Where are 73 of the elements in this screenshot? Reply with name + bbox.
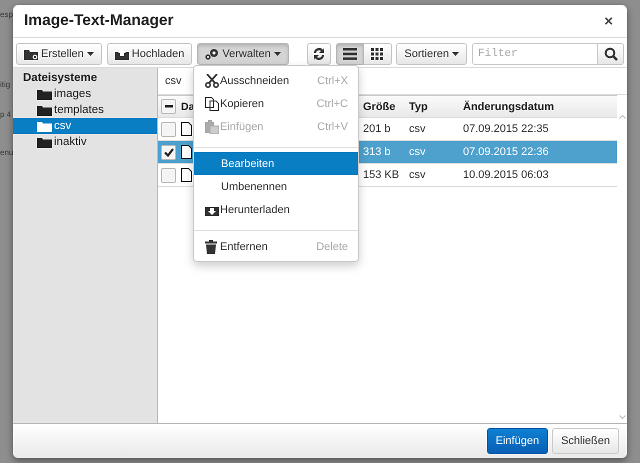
clipboard-icon	[205, 120, 219, 134]
shortcut-label: Delete	[316, 240, 348, 252]
caret-icon	[452, 52, 460, 56]
tree-item[interactable]: templates	[13, 102, 157, 118]
tree-item[interactable]: inaktiv	[13, 134, 157, 150]
table-cell: 313 b	[363, 146, 391, 158]
filter-field[interactable]: Filter	[472, 42, 598, 64]
grid-icon	[371, 48, 384, 60]
menu-item-label: Ausschneiden	[220, 74, 290, 86]
folder-icon	[37, 120, 52, 132]
sort-button[interactable]: Sortieren	[396, 42, 468, 64]
tree-item[interactable]: images	[13, 86, 157, 102]
menu-item[interactable]: Ausschneiden Ctrl+X	[194, 69, 358, 92]
toolbar-button[interactable]: Hochladen	[106, 42, 192, 64]
dialog-button[interactable]: Schließen	[552, 428, 619, 454]
menu-item[interactable]: Herunterladen	[194, 198, 358, 221]
table-cell: 10.09.2015 06:03	[463, 169, 549, 181]
caret-icon	[86, 52, 94, 56]
column-header[interactable]: Typ	[409, 100, 428, 112]
menu-item[interactable]: Entfernen Delete	[194, 235, 358, 258]
upload-icon	[114, 48, 129, 60]
menu-item-label: Kopieren	[220, 98, 266, 110]
table-cell: 153 KB	[363, 169, 400, 181]
folder-icon	[37, 136, 52, 148]
shortcut-label: Ctrl+V	[317, 120, 348, 132]
table-cell: csv	[409, 169, 426, 181]
view-mode-button[interactable]	[364, 42, 392, 64]
menu-item-label: Herunterladen	[220, 204, 291, 216]
window-title: Image-Text-Manager	[24, 12, 174, 30]
refresh-button[interactable]	[307, 42, 331, 64]
table-cell: csv	[409, 123, 426, 135]
scissors-icon	[205, 74, 219, 88]
background-text: p 4	[0, 110, 12, 119]
tree-title: Dateisysteme	[22, 71, 98, 86]
caret-icon	[274, 52, 281, 56]
view-mode-button[interactable]	[336, 42, 364, 64]
shortcut-label: Ctrl+X	[317, 74, 348, 86]
menu-item[interactable]: Kopieren Ctrl+C	[194, 92, 358, 115]
table-cell: 07.09.2015 22:36	[463, 146, 549, 158]
search-icon	[604, 46, 618, 60]
scroll-up-icon	[618, 115, 626, 119]
scroll-down-icon	[618, 415, 626, 419]
menu-item-label: Entfernen	[220, 240, 269, 252]
background-text: enu	[0, 148, 14, 157]
folder-icon	[37, 88, 52, 100]
column-header[interactable]: Änderungsdatum	[463, 100, 554, 112]
toolbar-button[interactable]: Erstellen	[16, 42, 102, 64]
row-checkbox[interactable]	[161, 122, 176, 136]
table-cell: csv	[409, 146, 426, 158]
minus-icon	[164, 105, 172, 108]
table-cell: 07.09.2015 22:35	[463, 123, 549, 135]
table-cell: 201 b	[363, 123, 391, 135]
row-checkbox[interactable]	[161, 144, 176, 160]
folder-icon	[37, 104, 52, 116]
select-all-checkbox[interactable]	[161, 99, 176, 114]
list-icon	[342, 48, 357, 60]
search-button[interactable]	[598, 42, 624, 64]
background-text: esp	[0, 10, 13, 19]
background-text: itig	[0, 80, 10, 89]
menu-item-label: Einfügen	[220, 120, 264, 132]
primary-button[interactable]: Einfügen	[486, 428, 548, 454]
checkmark-icon	[164, 148, 174, 156]
tree-item[interactable]: csv	[13, 118, 157, 134]
copy-icon	[205, 96, 219, 110]
trash-icon	[205, 240, 217, 254]
close-button[interactable]: ×	[604, 12, 613, 30]
toolbar-button[interactable]: Verwalten	[197, 42, 289, 64]
folder-icon	[24, 48, 38, 60]
menu-item[interactable]: Bearbeiten	[194, 152, 358, 175]
shortcut-label: Ctrl+C	[316, 98, 348, 110]
gears-icon	[205, 48, 220, 60]
row-checkbox[interactable]	[161, 168, 176, 182]
column-header[interactable]: Größe	[363, 100, 396, 112]
